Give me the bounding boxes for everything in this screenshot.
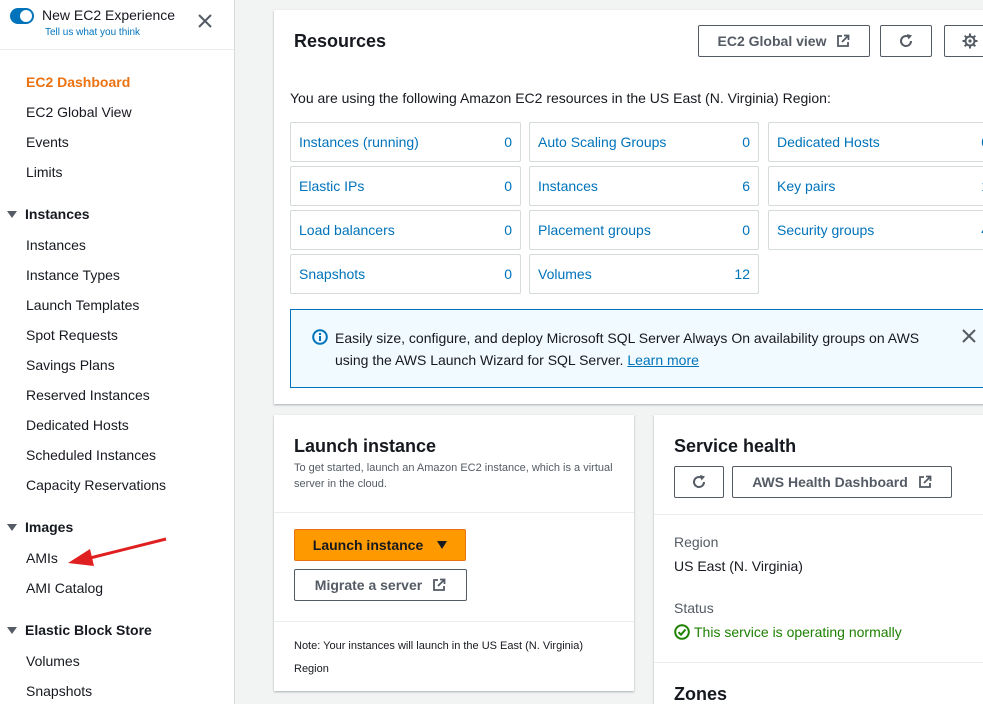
close-icon[interactable] <box>196 12 214 30</box>
divider <box>654 662 983 663</box>
nav-ami-catalog[interactable]: AMI Catalog <box>26 580 103 596</box>
nav-scheduled-instances[interactable]: Scheduled Instances <box>26 447 156 463</box>
info-alert-text: Easily size, configure, and deploy Micro… <box>335 330 920 368</box>
refresh-icon <box>693 475 706 488</box>
caret-down-icon <box>7 523 17 531</box>
nav-volumes[interactable]: Volumes <box>26 653 80 669</box>
nav-section-elastic-block-store[interactable]: Elastic Block Store <box>7 622 152 638</box>
divider <box>274 621 634 622</box>
settings-button[interactable] <box>944 25 983 57</box>
nav-spot-requests[interactable]: Spot Requests <box>26 327 118 343</box>
nav-amis[interactable]: AMIs <box>26 550 58 566</box>
nav-reserved-instances[interactable]: Reserved Instances <box>26 387 150 403</box>
nav-section-images[interactable]: Images <box>7 519 73 535</box>
external-link-icon <box>837 34 850 47</box>
nav-limits[interactable]: Limits <box>26 164 63 180</box>
resource-instances-running[interactable]: Instances (running) 0 <box>290 122 521 162</box>
aws-health-dashboard-button[interactable]: AWS Health Dashboard <box>732 466 952 498</box>
resources-panel: Resources EC2 Global view You are using … <box>274 10 983 404</box>
info-icon <box>312 329 328 345</box>
info-alert: Easily size, configure, and deploy Micro… <box>290 309 983 388</box>
feedback-link[interactable]: Tell us what you think <box>45 27 140 38</box>
caret-down-icon <box>437 541 448 549</box>
zones-title: Zones <box>674 684 728 704</box>
resource-placement-groups[interactable]: Placement groups 0 <box>529 210 759 250</box>
learn-more-link[interactable]: Learn more <box>627 352 699 368</box>
caret-down-icon <box>7 626 17 634</box>
new-experience-toggle[interactable] <box>10 8 34 24</box>
resource-dedicated-hosts[interactable]: Dedicated Hosts0 <box>768 122 983 162</box>
divider <box>654 514 983 515</box>
annotation-arrow-icon <box>68 537 167 566</box>
caret-down-icon <box>7 210 17 218</box>
sidebar: New EC2 Experience Tell us what you thin… <box>0 0 235 704</box>
external-link-icon <box>433 578 446 591</box>
nav-snapshots[interactable]: Snapshots <box>26 683 92 699</box>
refresh-button[interactable] <box>674 466 724 498</box>
resource-auto-scaling-groups[interactable]: Auto Scaling Groups 0 <box>529 122 759 162</box>
divider <box>274 512 634 513</box>
status-value: This service is operating normally <box>674 624 902 640</box>
launch-instance-title: Launch instance <box>294 436 437 456</box>
nav-instances[interactable]: Instances <box>26 237 86 253</box>
resource-instances[interactable]: Instances 6 <box>529 166 759 206</box>
launch-instance-panel: Launch instance To get started, launch a… <box>274 415 634 691</box>
nav-savings-plans[interactable]: Savings Plans <box>26 357 115 373</box>
gear-icon <box>962 33 978 49</box>
resources-title: Resources <box>294 31 387 51</box>
nav-dedicated-hosts[interactable]: Dedicated Hosts <box>26 417 129 433</box>
resources-description: You are using the following Amazon EC2 r… <box>290 90 831 106</box>
launch-instance-button[interactable]: Launch instance <box>294 529 466 561</box>
nav-capacity-reservations[interactable]: Capacity Reservations <box>26 477 166 493</box>
migrate-server-button[interactable]: Migrate a server <box>294 569 467 601</box>
nav-events[interactable]: Events <box>26 134 69 150</box>
new-experience-header: New EC2 Experience Tell us what you thin… <box>0 0 234 50</box>
refresh-icon <box>900 34 913 47</box>
resource-security-groups[interactable]: Security groups4 <box>768 210 983 250</box>
close-icon[interactable] <box>961 328 977 344</box>
nav-ec2-dashboard[interactable]: EC2 Dashboard <box>26 74 130 90</box>
external-link-icon <box>918 475 932 488</box>
resource-volumes[interactable]: Volumes 12 <box>529 254 759 294</box>
resource-snapshots[interactable]: Snapshots 0 <box>290 254 521 294</box>
service-health-title: Service health <box>674 436 797 456</box>
status-label: Status <box>674 600 714 616</box>
nav-ec2-global-view[interactable]: EC2 Global View <box>26 104 132 120</box>
check-circle-icon <box>674 624 690 640</box>
resource-elastic-ips[interactable]: Elastic IPs 0 <box>290 166 521 206</box>
launch-instance-description: To get started, launch an Amazon EC2 ins… <box>294 462 613 490</box>
ec2-global-view-button[interactable]: EC2 Global view <box>698 25 870 57</box>
refresh-button[interactable] <box>880 25 932 57</box>
launch-region-note: Note: Your instances will launch in the … <box>294 640 583 675</box>
nav-launch-templates[interactable]: Launch Templates <box>26 297 139 313</box>
region-label: Region <box>674 534 719 550</box>
service-health-panel: Service health AWS Health Dashboard Regi… <box>654 415 983 704</box>
nav-instance-types[interactable]: Instance Types <box>26 267 120 283</box>
resource-load-balancers[interactable]: Load balancers 0 <box>290 210 521 250</box>
region-value: US East (N. Virginia) <box>674 558 803 574</box>
nav-section-instances[interactable]: Instances <box>7 206 90 222</box>
resource-key-pairs[interactable]: Key pairs1 <box>768 166 983 206</box>
new-experience-title: New EC2 Experience <box>42 7 176 23</box>
